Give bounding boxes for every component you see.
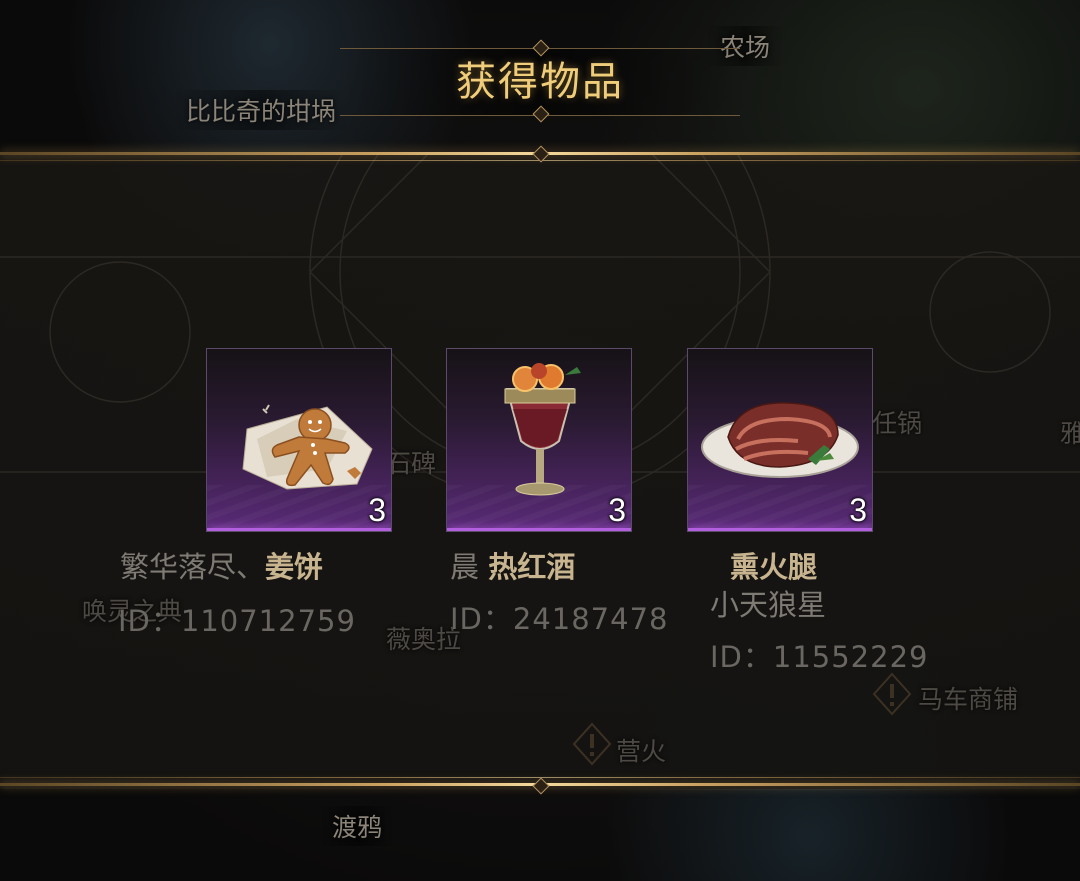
item-2-caption: 晨 热红酒 (450, 544, 575, 586)
rarity-glow (207, 528, 391, 531)
gingerbread-icon (242, 404, 373, 490)
item-owner: 繁华落尽、 (120, 550, 266, 584)
item-1-caption: 繁华落尽、姜饼 (120, 544, 323, 586)
map-label-bibiqi-crucible: 比比奇的坩埚 (172, 90, 351, 130)
item-3-caption: 熏火腿 (730, 544, 817, 586)
item-owner: 晨 (450, 550, 489, 584)
item-slot-gingerbread[interactable]: 3 (206, 348, 392, 532)
map-label-raven: 渡鸦 (318, 806, 397, 846)
item-2-id: ID：24187478 (450, 602, 669, 636)
map-label-stele: 石碑 (386, 449, 437, 478)
item-slot-mulled-wine[interactable]: 3 (446, 348, 632, 532)
map-label-campfire: 营火 (616, 737, 667, 766)
item-3-id: ID：11552229 (710, 640, 929, 674)
dialog-title: 获得物品 (456, 59, 624, 105)
item-quantity: 3 (849, 492, 867, 528)
item-name: 姜饼 (265, 550, 324, 584)
quest-marker-icon (572, 722, 612, 766)
item-name: 熏火腿 (730, 550, 818, 584)
item-1-id: ID：110712759 (118, 604, 356, 638)
rarity-glow (688, 528, 872, 531)
item-3-owner: 小天狼星 (710, 588, 827, 622)
map-label-pot: 任锅 (872, 409, 923, 438)
item-quantity: 3 (608, 492, 626, 528)
mulled-wine-icon (504, 363, 581, 496)
bottom-map-strip (0, 790, 1080, 881)
item-slot-smoked-ham[interactable]: 3 (687, 348, 873, 532)
quest-marker-icon (872, 672, 912, 716)
item-quantity: 3 (368, 492, 386, 528)
map-label-edge: 雅 (1060, 419, 1080, 448)
smoked-ham-icon (701, 402, 859, 478)
item-name: 热红酒 (488, 550, 576, 584)
rarity-glow (447, 528, 631, 531)
map-label-carriage-shop: 马车商铺 (918, 685, 1019, 714)
